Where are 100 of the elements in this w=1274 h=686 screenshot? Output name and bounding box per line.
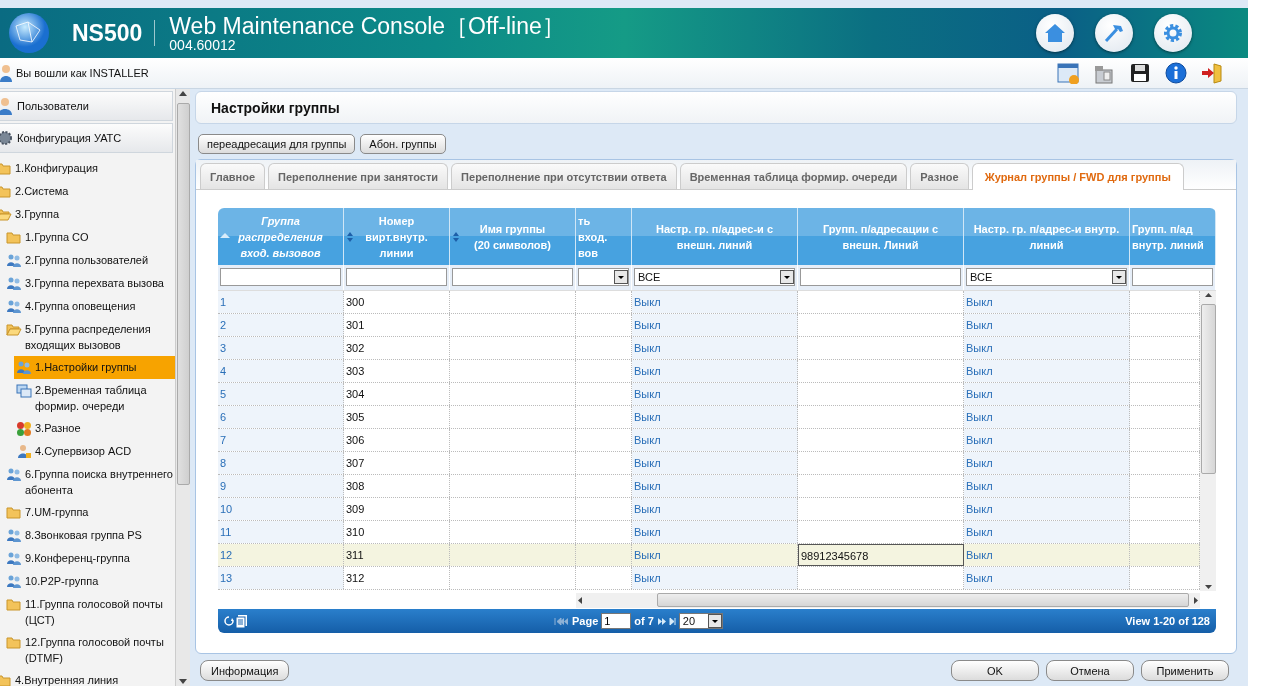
table-cell[interactable]: 13: [218, 567, 344, 589]
tree-item[interactable]: 4.Супервизор ACD: [14, 440, 176, 463]
header-text: Группа распределения вход. вызовов: [238, 213, 323, 261]
dialog-button[interactable]: Применить: [1141, 660, 1229, 681]
filter-field[interactable]: [346, 268, 447, 286]
scroll-down-icon[interactable]: [1203, 582, 1213, 591]
settings-button[interactable]: [1154, 14, 1192, 52]
filter-field[interactable]: [452, 268, 573, 286]
tree-item[interactable]: 2.Группа пользователей: [4, 249, 176, 272]
table-cell[interactable]: 7: [218, 429, 344, 451]
scrollbar[interactable]: [175, 89, 190, 686]
tree-item[interactable]: 10.P2P-группа: [4, 570, 176, 593]
tree-item[interactable]: 5.Группа распределения входящих вызовов: [4, 318, 176, 356]
filter-dropdown[interactable]: ВСЕ: [634, 268, 795, 286]
table-cell[interactable]: 4: [218, 360, 344, 382]
table-cell: Выкл: [964, 360, 1130, 382]
table-cell[interactable]: 3: [218, 337, 344, 359]
pager-forward-icon[interactable]: [656, 616, 676, 626]
table-cell[interactable]: 8: [218, 452, 344, 474]
hammer-button[interactable]: [1095, 14, 1133, 52]
tree-item[interactable]: 4.Группа оповещения: [4, 295, 176, 318]
pager-back-icon[interactable]: [554, 616, 569, 626]
tree-item[interactable]: 7.UM-группа: [4, 501, 176, 524]
sort-icon[interactable]: [452, 232, 460, 242]
table-cell[interactable]: 2: [218, 314, 344, 336]
copy-icon[interactable]: [235, 613, 248, 629]
page-title: Настройки группы: [211, 99, 340, 116]
table-cell[interactable]: 5: [218, 383, 344, 405]
people-icon: [6, 574, 22, 590]
nav-button[interactable]: Абон. группы: [360, 134, 446, 154]
dialog-button[interactable]: Отмена: [1046, 660, 1134, 681]
table-cell: 300: [344, 291, 450, 313]
tab[interactable]: Главное: [200, 163, 266, 189]
tree-item[interactable]: 4.Внутренняя линия: [0, 669, 176, 686]
table-cell: Выкл: [632, 383, 798, 405]
tree-item[interactable]: 1.Конфигурация: [0, 157, 176, 180]
table-cell[interactable]: 11: [218, 521, 344, 543]
table-cell: Выкл: [632, 544, 798, 566]
tab[interactable]: Переполнение при отсутствии ответа: [451, 163, 677, 189]
table-cell[interactable]: 9: [218, 475, 344, 497]
table-cell[interactable]: 6: [218, 406, 344, 428]
info-icon[interactable]: [1165, 62, 1187, 84]
table-cell: 312: [344, 567, 450, 589]
people-icon: [6, 253, 22, 269]
tree-item[interactable]: 11.Группа голосовой почты (ЦСТ): [4, 593, 176, 631]
folder-icon: [6, 597, 22, 613]
tree-item[interactable]: 3.Группа: [0, 203, 176, 226]
sort-icon[interactable]: [346, 232, 354, 242]
tree-item[interactable]: 2.Система: [0, 180, 176, 203]
scrollbar[interactable]: [576, 592, 1200, 608]
filter-dropdown[interactable]: ВСЕ: [966, 268, 1127, 286]
save-icon[interactable]: [1129, 62, 1151, 84]
version-number: 004.60012: [169, 37, 237, 52]
scroll-right-icon[interactable]: [1191, 595, 1200, 605]
scroll-left-icon[interactable]: [576, 595, 585, 605]
tree-item[interactable]: 3.Группа перехвата вызова: [4, 272, 176, 295]
filter-field[interactable]: [1132, 268, 1213, 286]
scrollbar[interactable]: [1200, 291, 1216, 591]
tab[interactable]: Разное: [910, 163, 969, 189]
balls-icon: [16, 421, 32, 437]
table-cell: Выкл: [964, 521, 1130, 543]
page-field[interactable]: 1: [601, 613, 632, 629]
folder-icon: [6, 505, 22, 521]
sidebar-section[interactable]: Пользователи: [0, 91, 174, 121]
filter-field[interactable]: [800, 268, 961, 286]
table-cell[interactable]: 12: [218, 544, 344, 566]
page-size-dropdown[interactable]: 20: [678, 613, 723, 629]
tree-item[interactable]: 1.Настройки группы: [14, 356, 176, 379]
table-cell: 305: [344, 406, 450, 428]
home-button[interactable]: [1036, 14, 1074, 52]
dialog-button[interactable]: OK: [951, 660, 1039, 681]
table-cell: Выкл: [632, 314, 798, 336]
tree-item[interactable]: 3.Разное: [14, 417, 176, 440]
table-cell: 311: [344, 544, 450, 566]
tree-item[interactable]: 12.Группа голосовой почты (DTMF): [4, 631, 176, 669]
person-icon: [16, 444, 32, 460]
open-folder-icon: [6, 322, 22, 338]
exit-icon[interactable]: [1201, 62, 1223, 84]
gear-icon: [0, 129, 13, 147]
tree-item[interactable]: 9.Конференц-группа: [4, 547, 176, 570]
tree-item[interactable]: 1.Группа CO: [4, 226, 176, 249]
nav-button[interactable]: переадресация для группы: [198, 134, 356, 154]
tree-item[interactable]: 2.Временная таблица формир. очереди: [14, 379, 176, 417]
calendar-icon[interactable]: [1057, 62, 1079, 84]
tree-item[interactable]: 6.Группа поиска внутреннего абонента: [4, 463, 176, 501]
tree-item[interactable]: 8.Звонковая группа PS: [4, 524, 176, 547]
refresh-icon[interactable]: [224, 615, 235, 627]
table-cell[interactable]: 10: [218, 498, 344, 520]
table-cell[interactable]: 1: [218, 291, 344, 313]
sidebar-section[interactable]: Конфигурация УАТС: [0, 123, 174, 153]
table-cell: Выкл: [964, 429, 1130, 451]
filter-dropdown[interactable]: [578, 268, 629, 286]
filter-field[interactable]: [220, 268, 341, 286]
scroll-down-icon[interactable]: [178, 676, 189, 686]
tab[interactable]: Переполнение при занятости: [268, 163, 449, 189]
tab[interactable]: Временная таблица формир. очереди: [679, 163, 908, 189]
table-cell: 304: [344, 383, 450, 405]
people-icon: [6, 467, 22, 483]
people-icon: [6, 299, 22, 315]
info-button[interactable]: Информация: [200, 660, 290, 681]
